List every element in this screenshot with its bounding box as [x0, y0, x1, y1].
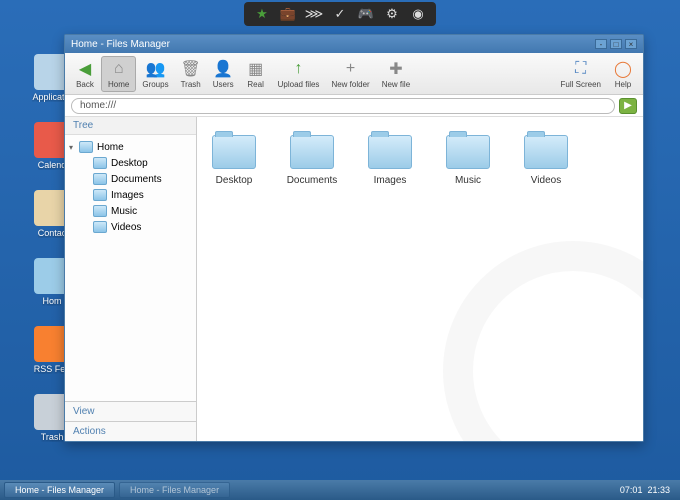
help-button[interactable]: ◯Help: [607, 57, 639, 91]
content-area[interactable]: Desktop Documents Images Music Videos: [197, 117, 643, 441]
real-button[interactable]: ▦Real: [240, 56, 272, 92]
gamepad-icon[interactable]: 🎮: [358, 6, 374, 22]
go-button[interactable]: ▶: [619, 98, 637, 114]
folder-icon: [79, 141, 93, 153]
tree-item-documents[interactable]: Documents: [83, 171, 192, 187]
files-manager-window: Home - Files Manager - □ × ◀Back⌂Home👥Gr…: [64, 34, 644, 442]
folder-music[interactable]: Music: [441, 135, 495, 186]
folder-icon: [93, 173, 107, 185]
minimize-button[interactable]: -: [595, 39, 607, 49]
folder-icon: [446, 135, 490, 169]
home-icon: ⌂: [109, 59, 129, 79]
new-file-button[interactable]: ✚New file: [376, 56, 416, 92]
groups-button[interactable]: 👥Groups: [136, 56, 174, 92]
tree-root-home[interactable]: ▾ Home: [69, 139, 192, 155]
titlebar[interactable]: Home - Files Manager - □ ×: [65, 35, 643, 53]
taskbar-item[interactable]: Home - Files Manager: [4, 482, 115, 498]
sidebar: Tree ▾ Home DesktopDocumentsImagesMusicV…: [65, 117, 197, 441]
folder-icon: [524, 135, 568, 169]
folder-icon: [212, 135, 256, 169]
tree-item-music[interactable]: Music: [83, 203, 192, 219]
sidebar-section-actions[interactable]: Actions: [65, 421, 196, 441]
briefcase-icon[interactable]: 💼: [280, 6, 296, 22]
folder-icon: [93, 205, 107, 217]
tree-item-images[interactable]: Images: [83, 187, 192, 203]
home-button[interactable]: ⌂Home: [101, 56, 136, 92]
taskbar: Home - Files Manager Home - Files Manage…: [0, 480, 680, 500]
back-button[interactable]: ◀Back: [69, 56, 101, 92]
full-screen-icon: ⛶: [571, 59, 591, 79]
taskbar-item[interactable]: Home - Files Manager: [119, 482, 230, 498]
close-button[interactable]: ×: [625, 39, 637, 49]
check-icon[interactable]: ✓: [332, 6, 348, 22]
folder-icon: [93, 189, 107, 201]
folder-documents[interactable]: Documents: [285, 135, 339, 186]
tree-item-desktop[interactable]: Desktop: [83, 155, 192, 171]
tree-header: Tree: [65, 117, 196, 135]
groups-icon: 👥: [145, 59, 165, 79]
rss-icon[interactable]: ⋙: [306, 6, 322, 22]
folder-icon: [368, 135, 412, 169]
back-icon: ◀: [75, 59, 95, 79]
trash-button[interactable]: 🗑Trash: [175, 56, 207, 92]
users-icon: 👤: [213, 59, 233, 79]
maximize-button[interactable]: □: [610, 39, 622, 49]
top-dock: ★ 💼 ⋙ ✓ 🎮 ⚙ ◉: [244, 2, 436, 26]
star-icon[interactable]: ★: [254, 6, 270, 22]
real-icon: ▦: [246, 59, 266, 79]
folder-icon: [290, 135, 334, 169]
folder-desktop[interactable]: Desktop: [207, 135, 261, 186]
folder-icon: [93, 157, 107, 169]
sidebar-section-view[interactable]: View: [65, 401, 196, 421]
users-button[interactable]: 👤Users: [207, 56, 240, 92]
folder-images[interactable]: Images: [363, 135, 417, 186]
upload-files-button[interactable]: ↑Upload files: [272, 56, 326, 92]
gear-icon[interactable]: ⚙: [384, 6, 400, 22]
folder-icon: [93, 221, 107, 233]
clock: 07:01 21:33: [614, 485, 676, 495]
new-file-icon: ✚: [386, 59, 406, 79]
help-icon: ◯: [613, 59, 633, 79]
window-title: Home - Files Manager: [71, 39, 170, 50]
collapse-icon[interactable]: ▾: [69, 143, 79, 152]
tree: ▾ Home DesktopDocumentsImagesMusicVideos: [65, 135, 196, 401]
full-screen-button[interactable]: ⛶Full Screen: [555, 57, 607, 91]
address-input[interactable]: [71, 98, 615, 114]
new-folder-button[interactable]: +New folder: [325, 56, 375, 92]
trash-icon: 🗑: [181, 59, 201, 79]
tree-item-videos[interactable]: Videos: [83, 219, 192, 235]
power-icon[interactable]: ◉: [410, 6, 426, 22]
folder-videos[interactable]: Videos: [519, 135, 573, 186]
addressbar: ▶: [65, 95, 643, 117]
toolbar: ◀Back⌂Home👥Groups🗑Trash👤Users▦Real↑Uploa…: [65, 53, 643, 95]
upload-files-icon: ↑: [289, 59, 309, 79]
new-folder-icon: +: [341, 59, 361, 79]
